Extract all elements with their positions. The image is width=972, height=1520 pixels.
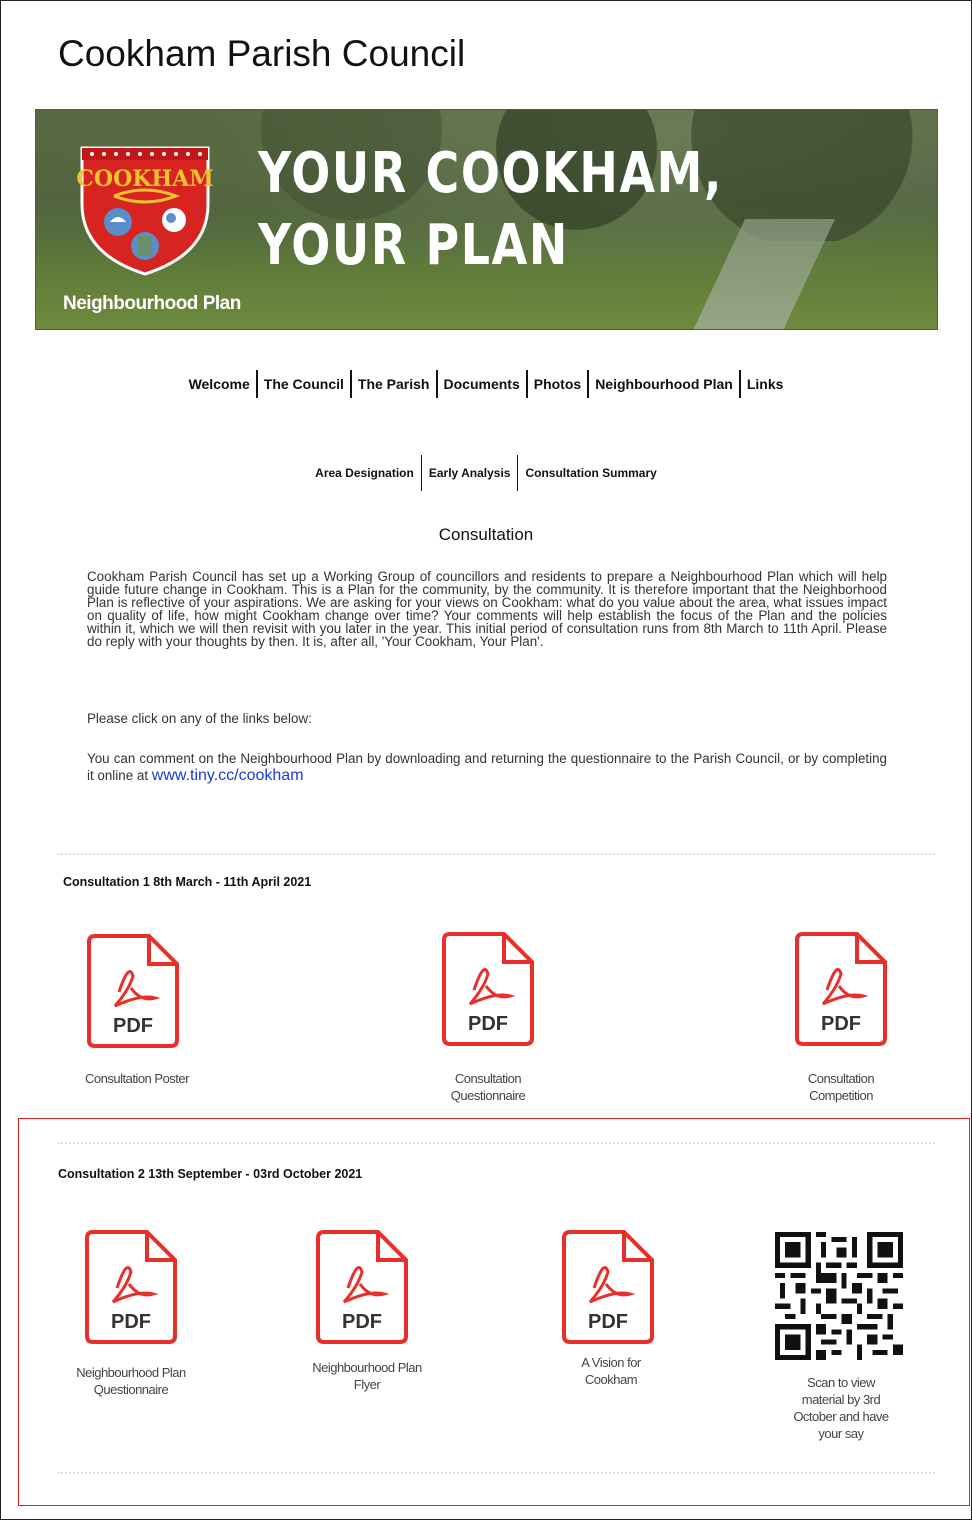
qr-code-image[interactable]: [775, 1232, 903, 1360]
comment-paragraph: You can comment on the Neighbourhood Pla…: [87, 750, 887, 784]
banner-headline-line1: YOUR COOKHAM,: [258, 141, 724, 206]
page-heading: Consultation: [438, 525, 534, 544]
file-caption: Consultation Questionnaire: [450, 1071, 526, 1103]
nav-item-parish[interactable]: The Parish: [349, 370, 436, 398]
svg-text:PDF: PDF: [113, 1015, 153, 1037]
file-caption: Consultation Poster: [85, 1071, 189, 1086]
nav-item-links[interactable]: Links: [738, 370, 790, 398]
nav-item-welcome[interactable]: Welcome: [183, 370, 256, 398]
online-questionnaire-link[interactable]: www.tiny.cc/cookham: [152, 767, 304, 784]
svg-text:PDF: PDF: [821, 1013, 861, 1035]
nav-item-documents[interactable]: Documents: [435, 370, 526, 398]
pdf-icon: PDF: [316, 1230, 408, 1344]
consultation2-heading: Consultation 2 13th September - 03rd Oct…: [58, 1167, 363, 1181]
pdf-icon: PDF: [442, 932, 534, 1046]
subnav-item-area-designation[interactable]: Area Designation: [308, 455, 421, 491]
pdf-link-consultation-competition[interactable]: PDF: [791, 930, 891, 1048]
banner-headline: YOUR COOKHAM, YOUR PLAN: [258, 138, 723, 282]
divider: [58, 853, 935, 855]
svg-text:PDF: PDF: [342, 1311, 382, 1333]
pdf-icon: PDF: [87, 934, 179, 1048]
banner-subtitle: Neighbourhood Plan: [63, 293, 241, 314]
pdf-link-vision-for-cookham[interactable]: PDF: [558, 1228, 658, 1346]
svg-text:PDF: PDF: [468, 1013, 508, 1035]
banner-headline-line2: YOUR PLAN: [258, 213, 569, 278]
pdf-icon: PDF: [795, 932, 887, 1046]
divider: [58, 1142, 935, 1144]
pdf-link-consultation-poster[interactable]: PDF: [83, 932, 183, 1050]
pdf-link-neighbourhood-plan-questionnaire[interactable]: PDF: [81, 1228, 181, 1346]
file-caption: A Vision for Cookham: [581, 1355, 641, 1387]
qr-caption: Scan to view material by 3rd October and…: [793, 1375, 889, 1441]
pdf-icon: PDF: [562, 1230, 654, 1344]
crest-text: COOKHAM: [76, 166, 213, 192]
pdf-link-consultation-questionnaire[interactable]: PDF: [438, 930, 538, 1048]
svg-text:PDF: PDF: [111, 1311, 151, 1333]
nav-item-neighbourhood-plan[interactable]: Neighbourhood Plan: [587, 370, 739, 398]
subnav-item-early-analysis[interactable]: Early Analysis: [420, 455, 518, 491]
click-prompt: Please click on any of the links below:: [87, 711, 312, 726]
pdf-icon: PDF: [85, 1230, 177, 1344]
consultation1-heading: Consultation 1 8th March - 11th April 20…: [63, 875, 312, 889]
file-caption: Consultation Competition: [807, 1071, 875, 1103]
main-nav: Welcome The Council The Parish Documents Pho…: [0, 370, 972, 398]
intro-paragraph: Cookham Parish Council has set up a Work…: [87, 569, 887, 649]
file-caption: Neighbourhood Plan Questionnaire: [76, 1365, 186, 1397]
nav-item-photos[interactable]: Photos: [525, 370, 587, 398]
divider: [58, 1472, 935, 1474]
cookham-crest-logo: COOKHAM: [76, 146, 214, 276]
subnav-item-consultation-summary[interactable]: Consultation Summary: [517, 455, 663, 491]
svg-text:PDF: PDF: [588, 1311, 628, 1333]
banner-image: COOKHAM YOUR COOKHAM, YOUR PLAN Neighbou…: [35, 109, 938, 330]
sub-nav: Area Designation Early Analysis Consultati…: [0, 455, 972, 491]
file-caption: Neighbourhood Plan Flyer: [312, 1360, 422, 1392]
pdf-link-neighbourhood-plan-flyer[interactable]: PDF: [312, 1228, 412, 1346]
nav-item-council[interactable]: The Council: [255, 370, 350, 398]
site-title: Cookham Parish Council: [58, 33, 466, 74]
